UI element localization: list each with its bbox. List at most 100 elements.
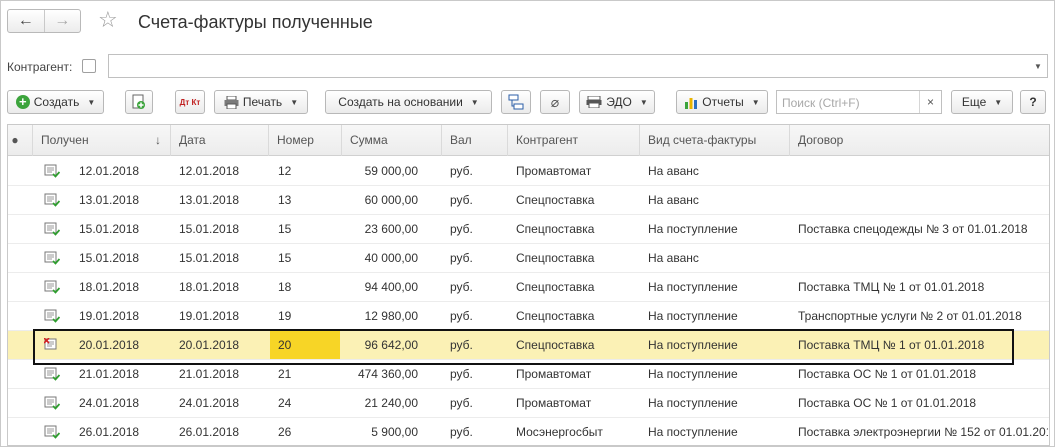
cell-date: 12.01.2018 xyxy=(179,164,240,178)
cell-invoice-kind: На поступление xyxy=(648,425,738,439)
more-button[interactable]: Еще ▼ xyxy=(951,90,1013,114)
cell-received: 13.01.2018 xyxy=(79,193,140,207)
cell-date: 13.01.2018 xyxy=(179,193,240,207)
cell-received: 20.01.2018 xyxy=(79,338,140,352)
cell-contract xyxy=(798,157,1048,185)
back-button[interactable]: ← xyxy=(8,10,44,32)
chevron-down-icon[interactable]: ▼ xyxy=(1029,55,1047,77)
back-arrow-icon: ← xyxy=(17,12,34,29)
create-button[interactable]: + Создать ▼ xyxy=(7,90,104,114)
cell-received: 15.01.2018 xyxy=(79,222,140,236)
column-header-label: Получен xyxy=(41,133,89,147)
chevron-down-icon: ▼ xyxy=(290,97,299,107)
create-based-on-label: Создать на основании xyxy=(338,95,463,109)
table-row[interactable]: 20.01.2018 20.01.2018 20 96 642,00 руб. Спецп… xyxy=(8,329,1049,365)
column-header-contract[interactable]: Договор xyxy=(790,125,1049,156)
cell-number: 15 xyxy=(278,222,292,236)
plus-icon: + xyxy=(15,95,30,109)
page-title: Счета-фактуры полученные xyxy=(138,12,373,32)
cell-date: 19.01.2018 xyxy=(179,309,240,323)
cell-sum: 59 000,00 xyxy=(364,164,418,178)
table-row[interactable]: 26.01.2018 26.01.2018 26 5 900,00 руб. Мосэне… xyxy=(8,418,1049,445)
cell-number: 15 xyxy=(278,251,292,265)
print-button-label: Печать xyxy=(242,95,283,109)
structure-button[interactable] xyxy=(501,90,531,114)
cell-currency: руб. xyxy=(450,193,473,207)
document-posted-icon xyxy=(44,222,60,236)
column-settings-icon[interactable]: ⦁ xyxy=(8,125,33,156)
table-row[interactable]: 12.01.2018 12.01.2018 12 59 000,00 руб. Прома… xyxy=(8,157,1049,186)
cell-number: 26 xyxy=(278,425,292,439)
cell-date: 15.01.2018 xyxy=(179,222,240,236)
cell-contract: Поставка электроэнергии № 152 от 01.01.2… xyxy=(798,425,1048,439)
table-row[interactable]: 15.01.2018 15.01.2018 15 40 000,00 руб. Спецп… xyxy=(8,244,1049,273)
counterparty-filter-checkbox[interactable] xyxy=(82,59,96,73)
copy-document-button[interactable] xyxy=(125,90,153,114)
cell-sum: 23 600,00 xyxy=(364,222,418,236)
search-placeholder: Поиск (Ctrl+F) xyxy=(782,96,860,110)
cell-sum: 474 360,00 xyxy=(357,367,418,381)
cell-sum: 60 000,00 xyxy=(364,193,418,207)
clear-search-icon[interactable]: × xyxy=(919,91,941,113)
cell-date: 20.01.2018 xyxy=(179,338,240,352)
cell-counterparty: Спецпоставка xyxy=(516,251,595,265)
column-header-date[interactable]: Дата xyxy=(171,125,269,156)
table-row[interactable]: 19.01.2018 19.01.2018 19 12 980,00 руб. Спецп… xyxy=(8,302,1049,331)
cell-counterparty: Спецпоставка xyxy=(516,280,595,294)
chevron-down-icon: ▼ xyxy=(470,97,479,107)
cell-sum: 12 980,00 xyxy=(364,309,418,323)
document-posted-icon xyxy=(44,367,60,381)
document-posted-icon xyxy=(44,251,60,265)
cell-received: 24.01.2018 xyxy=(79,396,140,410)
table-row[interactable]: 15.01.2018 15.01.2018 15 23 600,00 руб. Спецп… xyxy=(8,215,1049,244)
cell-invoice-kind: На поступление xyxy=(648,222,738,236)
counterparty-filter-input[interactable]: ▼ xyxy=(108,54,1048,78)
forward-button[interactable]: → xyxy=(43,10,81,32)
window: ← → ☆ Счета-фактуры полученные Контраген… xyxy=(0,0,1055,447)
cell-currency: руб. xyxy=(450,367,473,381)
table-row[interactable]: 13.01.2018 13.01.2018 13 60 000,00 руб. Спецп… xyxy=(8,186,1049,215)
cell-number: 20 xyxy=(270,331,340,359)
dt-kt-button[interactable]: Дт Кт xyxy=(175,90,205,114)
cell-contract: Поставка спецодежды № 3 от 01.01.2018 xyxy=(798,222,1028,236)
attachment-button[interactable]: ⌀ xyxy=(540,90,570,114)
cell-invoice-kind: На поступление xyxy=(648,338,738,352)
column-header-invoice-kind[interactable]: Вид счета-фактуры xyxy=(640,125,790,156)
create-based-on-button[interactable]: Создать на основании ▼ xyxy=(325,90,492,114)
table-row[interactable]: 18.01.2018 18.01.2018 18 94 400,00 руб. Спецп… xyxy=(8,273,1049,302)
cell-counterparty: Спецпоставка xyxy=(516,222,595,236)
cell-contract: Транспортные услуги № 2 от 01.01.2018 xyxy=(798,309,1022,323)
column-header-counterparty[interactable]: Контрагент xyxy=(508,125,640,156)
cell-number: 24 xyxy=(278,396,292,410)
column-header-number[interactable]: Номер xyxy=(269,125,342,156)
table-row[interactable]: 24.01.2018 24.01.2018 24 21 240,00 руб. Прома… xyxy=(8,389,1049,418)
reports-button[interactable]: Отчеты ▼ xyxy=(676,90,768,114)
cell-number: 19 xyxy=(278,309,292,323)
cell-currency: руб. xyxy=(450,309,473,323)
edo-button[interactable]: ЭДО ▼ xyxy=(579,90,655,114)
cell-counterparty: Промавтомат xyxy=(516,396,592,410)
column-header-sum[interactable]: Сумма xyxy=(342,125,442,156)
cell-received: 18.01.2018 xyxy=(79,280,140,294)
search-input[interactable]: Поиск (Ctrl+F) × xyxy=(776,90,942,114)
favorite-star-icon[interactable]: ☆ xyxy=(98,7,118,33)
document-posted-icon xyxy=(44,280,60,294)
table-row[interactable]: 21.01.2018 21.01.2018 21 474 360,00 руб. Пром… xyxy=(8,360,1049,389)
more-button-label: Еще xyxy=(961,95,987,109)
printer-icon xyxy=(224,95,239,109)
cell-received: 19.01.2018 xyxy=(79,309,140,323)
title-bar: ← → ☆ Счета-фактуры полученные xyxy=(1,1,1054,45)
document-posted-icon xyxy=(44,193,60,207)
bar-chart-icon xyxy=(685,97,698,109)
chevron-down-icon: ▼ xyxy=(639,97,648,107)
column-header-received[interactable]: Получен ↓ xyxy=(33,125,171,156)
column-header-currency[interactable]: Вал xyxy=(442,125,508,156)
cell-sum: 96 642,00 xyxy=(364,338,418,352)
cell-contract xyxy=(798,186,1048,214)
cell-invoice-kind: На поступление xyxy=(648,367,738,381)
cell-contract xyxy=(798,244,1048,272)
cell-counterparty: Промавтомат xyxy=(516,367,592,381)
help-button[interactable]: ? xyxy=(1020,90,1046,114)
print-button[interactable]: Печать ▼ xyxy=(214,90,308,114)
structure-icon xyxy=(508,94,524,110)
